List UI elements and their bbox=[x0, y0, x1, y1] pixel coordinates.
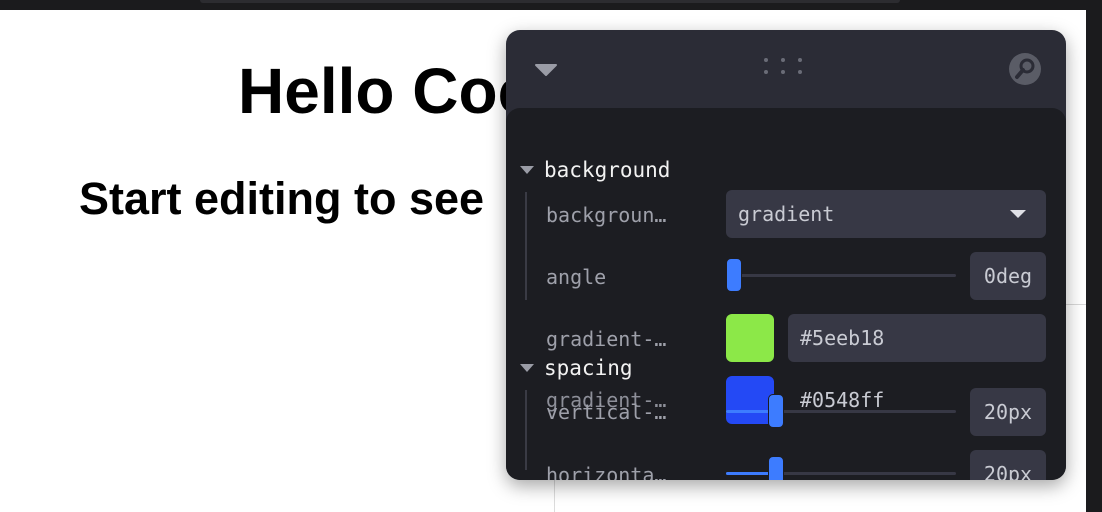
tweak-panel: background backgroun… gradient angle 0de… bbox=[506, 30, 1066, 480]
gradient-start-hex-input[interactable]: #5eeb18 bbox=[788, 314, 1046, 362]
vertical-slider-fill bbox=[726, 410, 772, 413]
angle-slider-track[interactable] bbox=[726, 274, 956, 277]
search-icon bbox=[1009, 53, 1041, 85]
folder-title-label: spacing bbox=[544, 356, 633, 380]
window-edge bbox=[1086, 0, 1102, 512]
vertical-slider-track[interactable] bbox=[726, 410, 956, 413]
browser-top-bar bbox=[0, 0, 1102, 10]
folder-rule bbox=[525, 192, 527, 300]
gradient-end-swatch[interactable] bbox=[726, 376, 774, 424]
horizontal-slider-fill bbox=[726, 472, 772, 475]
collapse-panel-button[interactable] bbox=[534, 62, 558, 78]
folder-spacing-title[interactable]: spacing bbox=[520, 356, 633, 380]
select-value: gradient bbox=[738, 202, 835, 226]
angle-slider-knob[interactable] bbox=[726, 258, 742, 292]
panel-header bbox=[506, 30, 1066, 108]
horizontal-slider-knob[interactable] bbox=[768, 456, 784, 480]
gradient-start-swatch[interactable] bbox=[726, 314, 774, 362]
caret-down-icon bbox=[520, 364, 534, 372]
row-label-background-type: backgroun… bbox=[546, 203, 667, 227]
row-label-vertical-spacing: vertical-… bbox=[546, 400, 667, 424]
chevron-down-icon bbox=[1010, 210, 1026, 218]
horizontal-value-input[interactable]: 20px bbox=[970, 450, 1046, 480]
caret-down-icon bbox=[520, 166, 534, 174]
vertical-value-input[interactable]: 20px bbox=[970, 388, 1046, 436]
chevron-down-icon bbox=[535, 64, 557, 76]
folder-rule bbox=[525, 390, 527, 470]
page-heading: Hello Coc bbox=[238, 55, 534, 127]
row-label-gradient-start: gradient-… bbox=[546, 327, 667, 351]
vertical-slider-knob[interactable] bbox=[768, 394, 784, 428]
page-subheading: Start editing to see bbox=[79, 173, 485, 224]
background-type-select[interactable]: gradient bbox=[726, 190, 1046, 238]
search-button[interactable] bbox=[1008, 52, 1042, 86]
folder-background-title[interactable]: background bbox=[520, 158, 670, 182]
folder-title-label: background bbox=[544, 158, 671, 182]
panel-body: background backgroun… gradient angle 0de… bbox=[506, 108, 1066, 480]
row-label-angle: angle bbox=[546, 265, 607, 289]
drag-handle-icon[interactable] bbox=[764, 58, 810, 84]
horizontal-slider-track[interactable] bbox=[726, 472, 956, 475]
address-bar-edge bbox=[200, 0, 900, 3]
angle-value-input[interactable]: 0deg bbox=[970, 252, 1046, 300]
row-label-horizontal-spacing: horizonta… bbox=[546, 463, 667, 480]
